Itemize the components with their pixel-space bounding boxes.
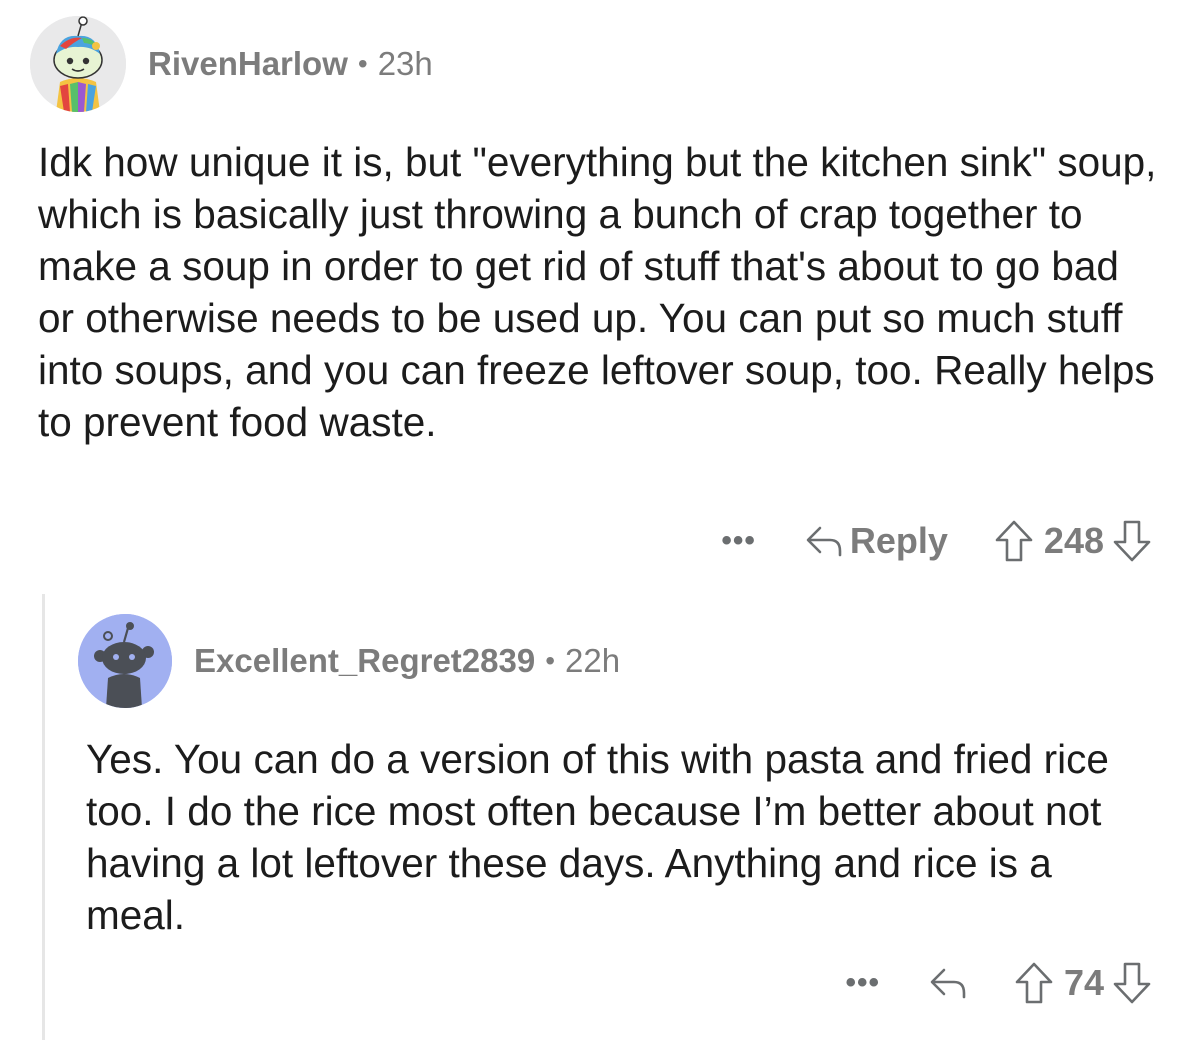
more-options-icon[interactable]: •••: [721, 524, 756, 558]
downvote-arrow-icon[interactable]: [1112, 961, 1152, 1005]
reply-body: Yes. You can do a version of this with p…: [86, 736, 1109, 938]
upvote-arrow-icon[interactable]: [1014, 961, 1054, 1005]
vote-controls: 74: [1014, 961, 1152, 1005]
comment-actions: ••• Reply 248: [721, 514, 1152, 568]
thread-line[interactable]: [42, 594, 45, 1040]
timestamp[interactable]: 22h: [565, 642, 620, 680]
comment-body: Idk how unique it is, but "everything bu…: [38, 139, 1157, 445]
vote-score: 74: [1063, 962, 1104, 1003]
comment-header: RivenHarlow • 23h: [30, 16, 433, 112]
reply-header: Excellent_Regret2839 • 22h: [78, 614, 620, 708]
avatar[interactable]: [78, 614, 172, 708]
reply-button[interactable]: [928, 966, 968, 1000]
comment-meta: Excellent_Regret2839 • 22h: [194, 642, 620, 680]
reply-label: Reply: [849, 520, 948, 561]
snoo-avatar-icon: [30, 16, 126, 112]
reply-actions: ••• 74: [845, 956, 1152, 1010]
vote-score: 248: [1043, 520, 1104, 561]
timestamp[interactable]: 23h: [378, 45, 433, 83]
reply-button[interactable]: Reply: [804, 520, 948, 562]
downvote-arrow-icon[interactable]: [1112, 519, 1152, 563]
username[interactable]: RivenHarlow: [148, 45, 348, 83]
meta-separator: •: [545, 645, 556, 676]
vote-controls: 248: [994, 519, 1152, 563]
avatar[interactable]: [30, 16, 126, 112]
comment-meta: RivenHarlow • 23h: [148, 45, 433, 83]
comment-thread: RivenHarlow • 23h Idk how unique it is, …: [0, 0, 1180, 1040]
snoo-avatar-icon: [78, 614, 172, 708]
meta-separator: •: [357, 48, 368, 79]
more-options-icon[interactable]: •••: [845, 966, 880, 1000]
reply-arrow-icon: [928, 966, 968, 1000]
username[interactable]: Excellent_Regret2839: [194, 642, 535, 680]
reply-arrow-icon: [804, 524, 844, 558]
upvote-arrow-icon[interactable]: [994, 519, 1034, 563]
